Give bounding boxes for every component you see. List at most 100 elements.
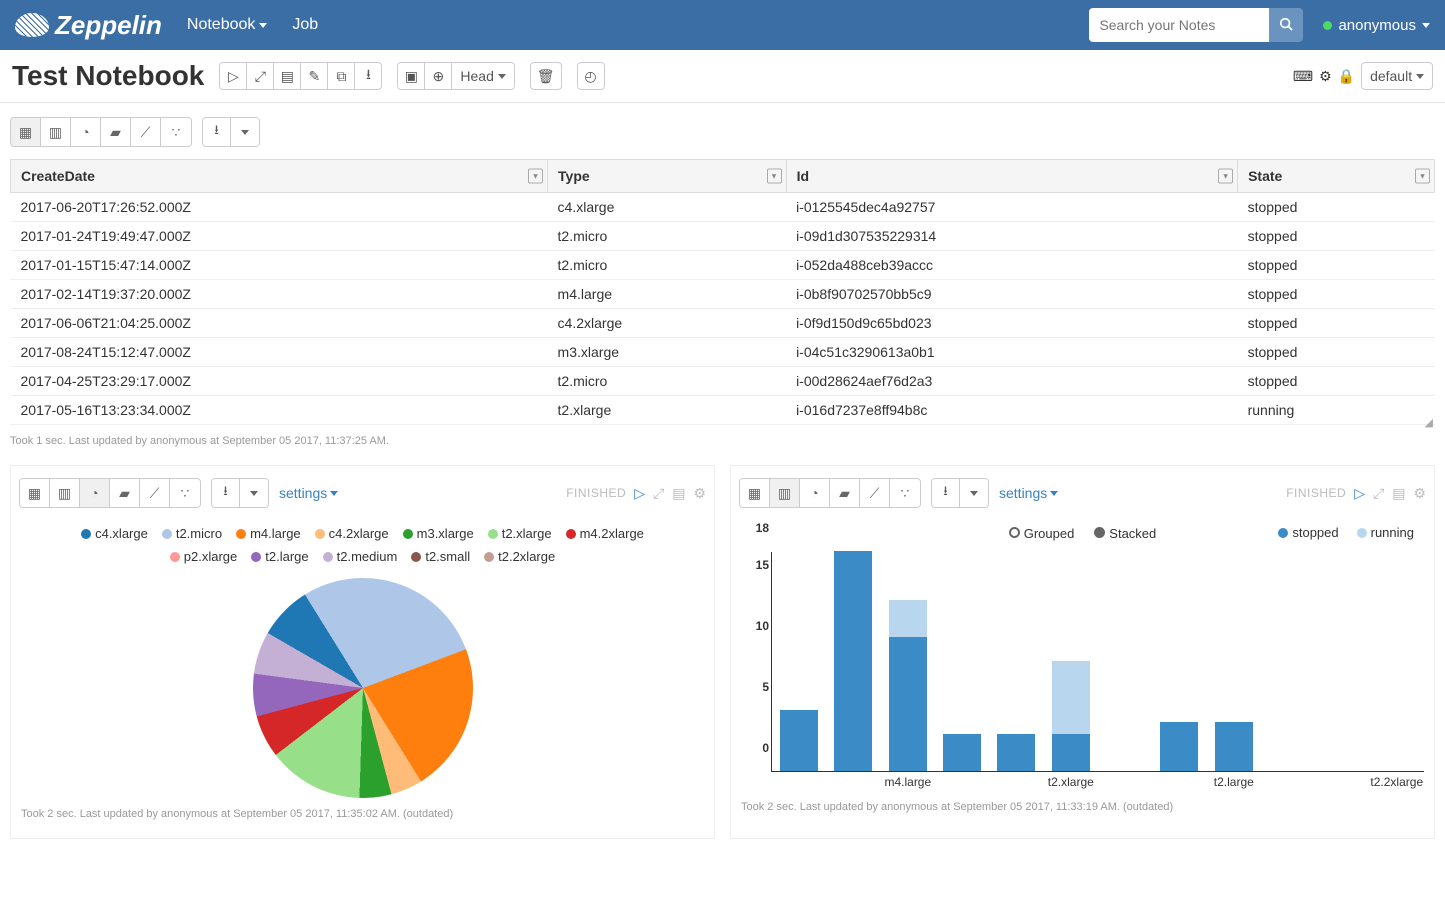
- download-dropdown[interactable]: [231, 118, 259, 146]
- grouped-radio[interactable]: Grouped: [1009, 526, 1075, 541]
- viz-bar-tab[interactable]: ▥: [41, 118, 71, 146]
- bar-rect[interactable]: [1052, 661, 1090, 771]
- viz-table-tab[interactable]: ▦: [11, 118, 41, 146]
- bar-rect[interactable]: [834, 551, 872, 771]
- download-button[interactable]: ⭳: [203, 118, 231, 146]
- scheduler-button[interactable]: ◴: [577, 62, 605, 90]
- viz-scatter-tab[interactable]: ∵: [161, 118, 191, 146]
- settings-link[interactable]: settings: [279, 485, 338, 501]
- table-row[interactable]: 2017-01-24T19:49:47.000Zt2.microi-09d1d3…: [11, 222, 1435, 251]
- viz-area-tab[interactable]: ▰: [110, 479, 140, 507]
- filter-icon[interactable]: ▾: [528, 169, 543, 184]
- lock-icon[interactable]: 🔒: [1338, 68, 1355, 85]
- user-menu[interactable]: anonymous: [1323, 17, 1430, 34]
- download-dropdown[interactable]: [960, 479, 988, 507]
- gear-icon[interactable]: ⚙: [1319, 68, 1332, 85]
- clear-output-button[interactable]: ✎: [300, 62, 328, 90]
- settings-link[interactable]: settings: [999, 485, 1058, 501]
- filter-icon[interactable]: ▾: [767, 169, 782, 184]
- legend-label: t2.micro: [176, 526, 222, 541]
- col-id[interactable]: Id▾: [786, 160, 1238, 193]
- col-state[interactable]: State▾: [1238, 160, 1435, 193]
- viz-scatter-tab[interactable]: ∵: [170, 479, 200, 507]
- bar-rect[interactable]: [943, 734, 981, 771]
- viz-bar-tab[interactable]: ▥: [50, 479, 80, 507]
- nav-notebook[interactable]: Notebook: [187, 16, 268, 34]
- legend-item[interactable]: p2.xlarge: [170, 549, 237, 564]
- run-all-button[interactable]: ▷: [219, 62, 247, 90]
- expand-icon[interactable]: ⤢: [1373, 485, 1384, 502]
- legend-item[interactable]: c4.2xlarge: [315, 526, 389, 541]
- table-row[interactable]: 2017-06-20T17:26:52.000Zc4.xlargei-01255…: [11, 193, 1435, 222]
- legend-item[interactable]: m3.xlarge: [403, 526, 474, 541]
- clone-note-button[interactable]: ⧉: [327, 62, 355, 90]
- table-row[interactable]: 2017-04-25T23:29:17.000Zt2.microi-00d286…: [11, 367, 1435, 396]
- viz-line-tab[interactable]: ⟋: [140, 479, 170, 507]
- mode-dropdown[interactable]: default: [1361, 62, 1433, 90]
- viz-pie-tab[interactable]: ◔: [80, 479, 110, 507]
- bar-rect[interactable]: [889, 600, 927, 771]
- table-row[interactable]: 2017-06-19T14:45:02.000Zc4.xlargei-0d8d6…: [11, 425, 1435, 432]
- gear-icon[interactable]: ⚙: [1413, 485, 1426, 502]
- show-hide-output-button[interactable]: ▤: [273, 62, 301, 90]
- revision-button[interactable]: ⊕: [424, 62, 452, 90]
- viz-scatter-tab[interactable]: ∵: [890, 479, 920, 507]
- legend-item[interactable]: running: [1357, 525, 1414, 540]
- run-icon[interactable]: ▷: [1354, 485, 1365, 502]
- table-row[interactable]: 2017-01-15T15:47:14.000Zt2.microi-052da4…: [11, 251, 1435, 280]
- stacked-radio[interactable]: Stacked: [1094, 526, 1156, 541]
- filter-icon[interactable]: ▾: [1415, 169, 1430, 184]
- legend-item[interactable]: t2.micro: [162, 526, 222, 541]
- run-icon[interactable]: ▷: [634, 485, 645, 502]
- bar-rect[interactable]: [780, 710, 818, 771]
- viz-pie-tab[interactable]: ◔: [71, 118, 101, 146]
- download-button[interactable]: ⭳: [212, 479, 240, 507]
- gear-icon[interactable]: ⚙: [693, 485, 706, 502]
- head-dropdown[interactable]: Head: [451, 62, 514, 90]
- trash-button[interactable]: 🗑: [530, 62, 562, 90]
- viz-line-tab[interactable]: ⟋: [860, 479, 890, 507]
- book-icon[interactable]: ▤: [672, 485, 685, 502]
- resize-handle[interactable]: ◢: [1425, 416, 1433, 429]
- expand-icon[interactable]: ⤢: [653, 485, 664, 502]
- table-row[interactable]: 2017-05-16T13:23:34.000Zt2.xlargei-016d7…: [11, 396, 1435, 425]
- table-row[interactable]: 2017-02-14T19:37:20.000Zm4.largei-0b8f90…: [11, 280, 1435, 309]
- viz-table-tab[interactable]: ▦: [20, 479, 50, 507]
- export-note-button[interactable]: ⭳: [354, 62, 382, 90]
- download-button[interactable]: ⭳: [932, 479, 960, 507]
- table-row[interactable]: 2017-08-24T15:12:47.000Zm3.xlargei-04c51…: [11, 338, 1435, 367]
- viz-area-tab[interactable]: ▰: [101, 118, 131, 146]
- bar-rect[interactable]: [997, 734, 1035, 771]
- legend-item[interactable]: t2.2xlarge: [484, 549, 555, 564]
- show-hide-code-button[interactable]: ⤢: [246, 62, 274, 90]
- table-row[interactable]: 2017-06-06T21:04:25.000Zc4.2xlargei-0f9d…: [11, 309, 1435, 338]
- download-dropdown[interactable]: [240, 479, 268, 507]
- bar-rect[interactable]: [1160, 722, 1198, 771]
- legend-item[interactable]: t2.small: [411, 549, 470, 564]
- col-type[interactable]: Type▾: [548, 160, 787, 193]
- keyboard-icon[interactable]: ⌨: [1293, 68, 1313, 85]
- legend-item[interactable]: t2.xlarge: [488, 526, 552, 541]
- notebook-title[interactable]: Test Notebook: [12, 60, 204, 92]
- filter-icon[interactable]: ▾: [1218, 169, 1233, 184]
- legend-item[interactable]: m4.large: [236, 526, 301, 541]
- search-input[interactable]: [1089, 8, 1269, 42]
- col-createdate[interactable]: CreateDate▾: [11, 160, 548, 193]
- book-icon[interactable]: ▤: [1392, 485, 1405, 502]
- viz-table-tab[interactable]: ▦: [740, 479, 770, 507]
- commit-button[interactable]: ▣: [397, 62, 425, 90]
- viz-line-tab[interactable]: ⟋: [131, 118, 161, 146]
- search-button[interactable]: [1269, 8, 1303, 42]
- legend-item[interactable]: c4.xlarge: [81, 526, 148, 541]
- bar-rect[interactable]: [1215, 722, 1253, 771]
- legend-item[interactable]: t2.medium: [323, 549, 398, 564]
- viz-area-tab[interactable]: ▰: [830, 479, 860, 507]
- brand-logo[interactable]: Zeppelin: [15, 10, 162, 41]
- viz-pie-tab[interactable]: ◔: [800, 479, 830, 507]
- download-icon: ⭳: [214, 121, 219, 143]
- viz-bar-tab[interactable]: ▥: [770, 479, 800, 507]
- legend-item[interactable]: m4.2xlarge: [566, 526, 644, 541]
- legend-item[interactable]: stopped: [1278, 525, 1338, 540]
- nav-job[interactable]: Job: [292, 16, 318, 34]
- legend-item[interactable]: t2.large: [251, 549, 308, 564]
